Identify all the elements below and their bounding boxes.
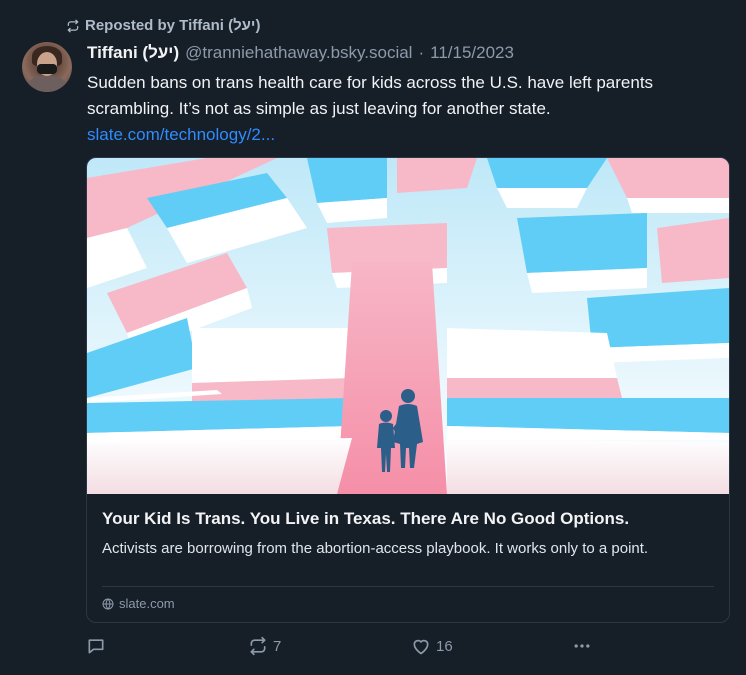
card-description: Activists are borrowing from the abortio… (102, 540, 649, 557)
header-separator: · (418, 43, 425, 62)
card-domain-label: slate.com (119, 596, 175, 611)
card-domain: slate.com (102, 596, 175, 611)
repost-count: 7 (273, 637, 282, 655)
repost-icon (67, 19, 79, 32)
author-display-name[interactable]: Tiffani (יעל) (87, 43, 179, 63)
card-image[interactable] (87, 158, 729, 494)
card-title: Your Kid Is Trans. You Live in Texas. Th… (102, 509, 630, 528)
more-icon (574, 644, 590, 648)
post-link[interactable]: slate.com/technology/2... (87, 122, 727, 148)
card-body[interactable]: Your Kid Is Trans. You Live in Texas. Th… (87, 494, 729, 622)
author-handle[interactable]: @tranniehathaway.bsky.social (185, 43, 412, 63)
reposted-by[interactable]: Reposted by Tiffani (יעל) (66, 17, 260, 34)
post-body: Sudden bans on trans health care for kid… (87, 70, 727, 148)
post-text: Sudden bans on trans health care for kid… (87, 73, 654, 118)
like-count: 16 (436, 637, 453, 655)
post-header: Tiffani (יעל) @tranniehathaway.bsky.soci… (87, 43, 514, 63)
more-options-button[interactable] (572, 636, 592, 656)
link-card[interactable]: Your Kid Is Trans. You Live in Texas. Th… (86, 157, 730, 623)
like-button[interactable]: 16 (411, 636, 453, 656)
maze-illustration (87, 158, 729, 494)
repost-button[interactable]: 7 (248, 636, 281, 656)
globe-icon (102, 598, 114, 610)
repost-icon (250, 636, 266, 656)
post-date[interactable]: 11/15/2023 (430, 43, 514, 63)
reply-button[interactable] (86, 636, 111, 656)
post-actions: 7 16 (86, 636, 606, 660)
reply-icon (88, 639, 104, 654)
card-divider (102, 586, 714, 587)
like-icon (413, 639, 429, 655)
reposted-by-label: Reposted by Tiffani (יעל) (85, 17, 261, 34)
avatar[interactable] (22, 42, 72, 92)
